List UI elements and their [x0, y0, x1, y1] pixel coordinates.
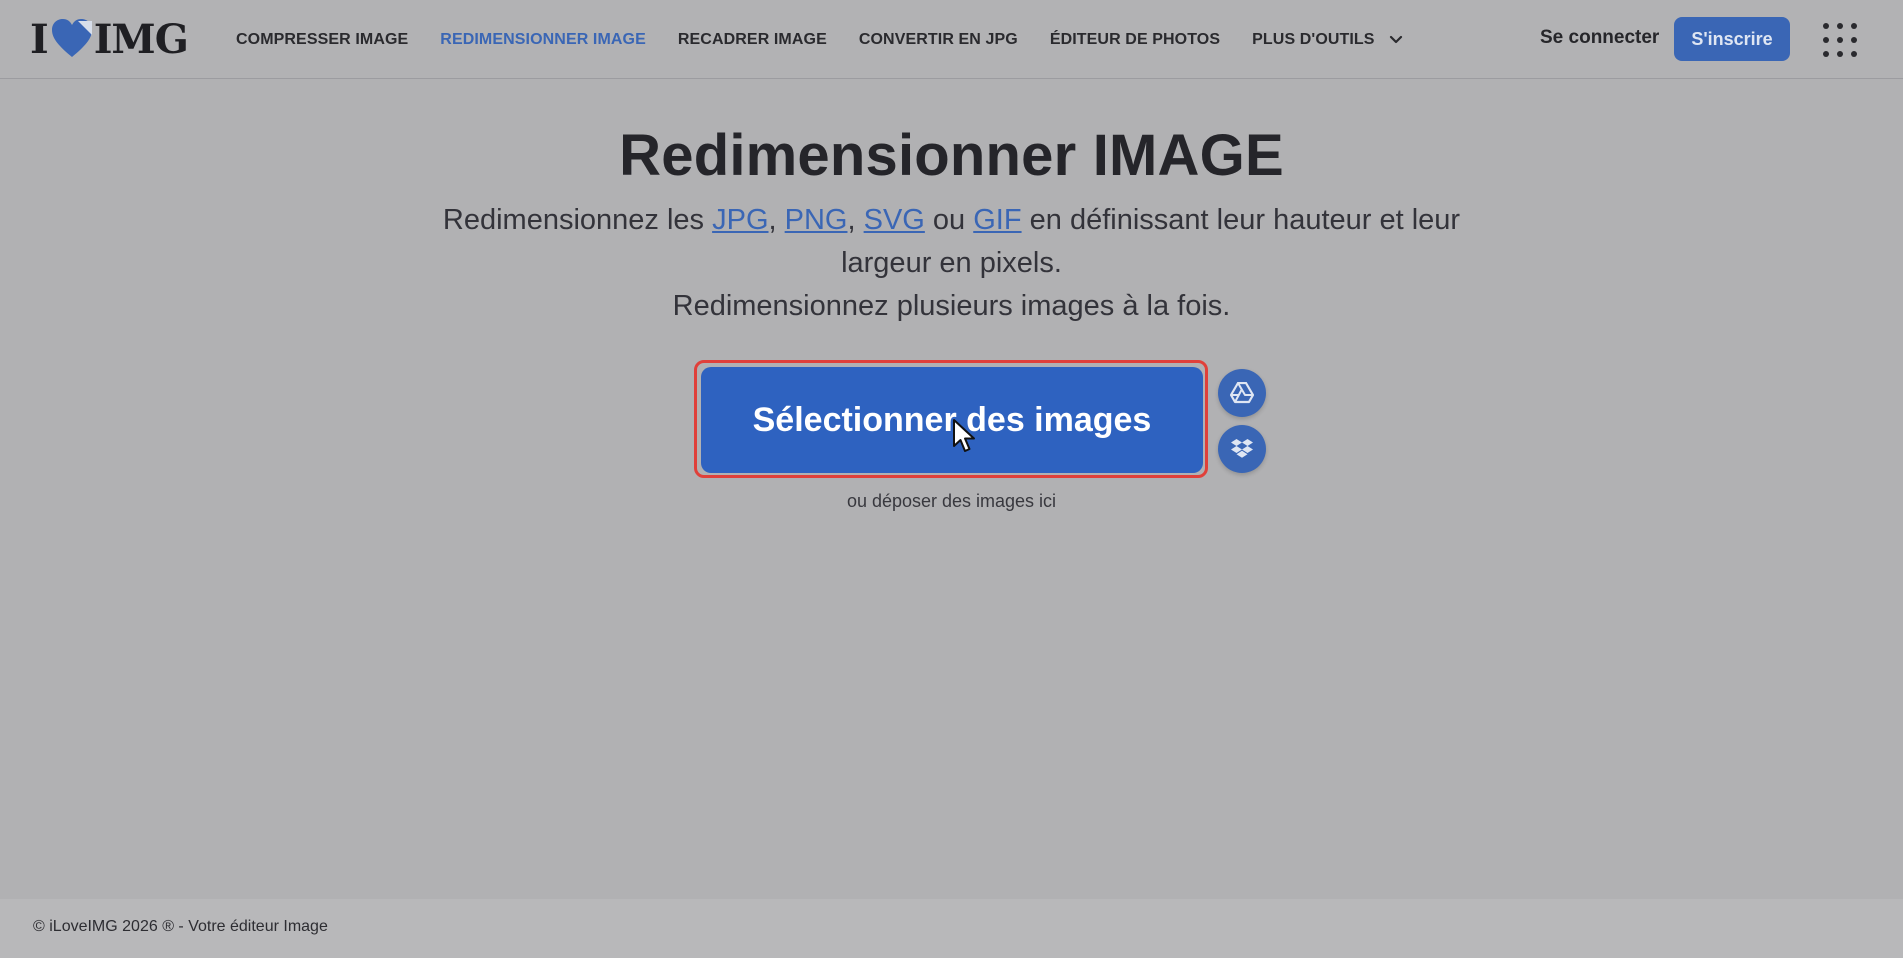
nav-compress-image[interactable]: COMPRESSER IMAGE [236, 31, 408, 49]
copyright-text: © iLoveIMG 2026 ® - Votre éditeur Image [33, 918, 328, 935]
subtitle-separator: , [768, 204, 785, 236]
format-link-jpg[interactable]: JPG [712, 204, 768, 236]
nav-crop-image[interactable]: RECADRER IMAGE [678, 31, 827, 49]
chevron-down-icon [1389, 35, 1402, 43]
format-link-png[interactable]: PNG [785, 204, 848, 236]
nav-label: CONVERTIR EN JPG [858, 30, 1018, 48]
nav-label: ÉDITEUR DE PHOTOS [1049, 30, 1221, 48]
subtitle-line1-suffix: en définissant leur hauteur et leur [1021, 204, 1461, 236]
logo-text-right: IMG [93, 15, 189, 63]
heart-icon [51, 19, 92, 57]
format-link-gif[interactable]: GIF [973, 204, 1021, 236]
subtitle-separator: ou [924, 204, 974, 236]
subtitle-line3: Redimensionnez plusieurs images à la foi… [672, 290, 1231, 322]
page-subtitle: Redimensionnez les JPG, PNG, SVG ou GIF … [400, 199, 1503, 328]
grid-icon[interactable] [1822, 22, 1858, 58]
logo-text-left: I [30, 15, 49, 63]
login-link[interactable]: Se connecter [1540, 27, 1659, 49]
nav-photo-editor[interactable]: ÉDITEUR DE PHOTOS [1050, 31, 1220, 49]
nav-label: PLUS D'OUTILS [1252, 30, 1375, 48]
format-link-svg[interactable]: SVG [864, 204, 925, 236]
google-drive-icon [1230, 382, 1254, 404]
signup-button[interactable]: S'inscrire [1674, 17, 1790, 61]
main-nav: COMPRESSER IMAGE REDIMENSIONNER IMAGE RE… [236, 0, 1435, 79]
dropbox-button[interactable] [1218, 425, 1266, 473]
page-footer: © iLoveIMG 2026 ® - Votre éditeur Image [0, 899, 1903, 958]
nav-resize-image[interactable]: REDIMENSIONNER IMAGE [440, 31, 646, 49]
dropbox-icon [1231, 439, 1253, 458]
nav-label: REDIMENSIONNER IMAGE [440, 30, 646, 48]
nav-label: RECADRER IMAGE [677, 30, 827, 48]
google-drive-button[interactable] [1218, 369, 1266, 417]
nav-convert-to-jpg[interactable]: CONVERTIR EN JPG [859, 31, 1018, 49]
nav-label: COMPRESSER IMAGE [236, 30, 409, 48]
subtitle-prefix: Redimensionnez les [442, 204, 713, 236]
subtitle-line2: largeur en pixels. [841, 247, 1062, 279]
nav-more-tools[interactable]: PLUS D'OUTILS [1252, 31, 1402, 49]
logo[interactable]: I IMG [30, 15, 189, 63]
top-header: I IMG COMPRESSER IMAGE REDIMENSIONNER IM… [0, 0, 1903, 79]
page-title: Redimensionner IMAGE [619, 123, 1284, 188]
select-images-button[interactable]: Sélectionner des images [701, 367, 1203, 473]
subtitle-separator: , [847, 204, 864, 236]
drop-zone-hint: ou déposer des images ici [846, 491, 1057, 511]
